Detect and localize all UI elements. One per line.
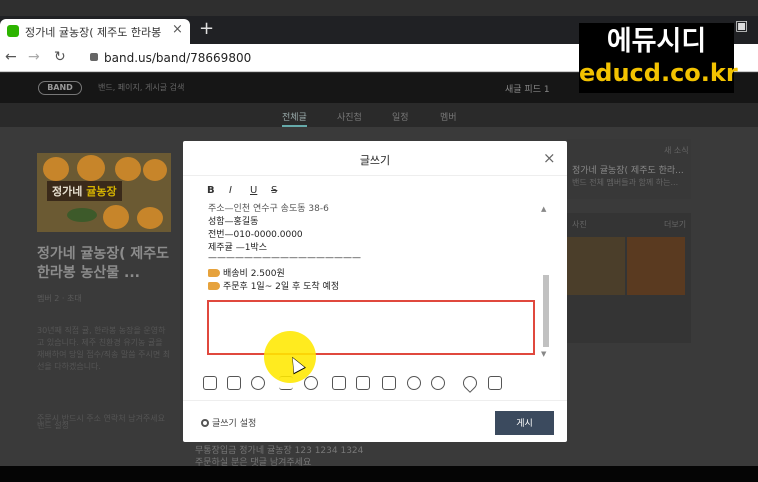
watermark-line2: educd.co.kr <box>579 59 738 87</box>
editor-line-delivery: 주문후 1일~ 2일 후 도착 예정 <box>208 279 339 292</box>
tab-members[interactable]: 멤버 <box>440 110 457 123</box>
underline-button[interactable]: U <box>250 185 257 196</box>
write-settings-label: 글쓰기 설정 <box>212 419 257 429</box>
sticker-icon[interactable] <box>227 376 241 390</box>
photos-card: 사진 더보기 <box>567 213 691 343</box>
tab-title: 정가네 귤농장( 제주도 한라봉 농 <box>25 26 165 39</box>
tab-all-posts[interactable]: 전체글 <box>282 110 307 127</box>
reload-icon[interactable]: ↻ <box>54 49 66 65</box>
calendar-icon[interactable] <box>332 376 346 390</box>
band-search-input[interactable]: 밴드, 페이지, 게시글 검색 <box>98 82 184 93</box>
browser-tab[interactable]: 정가네 귤농장( 제주도 한라봉 농 × <box>0 19 190 44</box>
image-icon[interactable] <box>203 376 217 390</box>
markdown-icon[interactable] <box>488 376 502 390</box>
member-count[interactable]: 멤버 2 · 초대 <box>37 293 82 304</box>
post-button[interactable]: 게시 <box>495 411 554 435</box>
new-news-header: 새 소식 <box>664 146 689 155</box>
close-icon[interactable]: × <box>543 149 556 167</box>
cover-label: 정가네 귤농장 <box>47 181 122 201</box>
editor-line-shipping: 배송비 2.500원 <box>208 266 285 279</box>
scroll-down-icon[interactable]: ▼ <box>541 350 546 358</box>
cover-label-a: 정가네 <box>52 185 87 198</box>
post-preview: 무통장입금 정가네 귤농장 123 1234 1324 주문하실 분은 댓글 남… <box>195 445 363 466</box>
modal-header: 글쓰기 × <box>183 141 567 176</box>
editor-scrollbar[interactable]: ▲ ▼ <box>541 205 551 360</box>
photos-more-link[interactable]: 더보기 <box>664 219 686 230</box>
editor-line: 주소—인천 연수구 송도동 38-6 <box>208 204 329 214</box>
editor-line-text: 주문후 1일~ 2일 후 도착 예정 <box>223 282 340 292</box>
attachment-toolbar <box>201 373 551 393</box>
lock-icon <box>90 53 98 61</box>
photos-header: 사진 <box>572 220 587 229</box>
strikethrough-button[interactable]: S <box>271 185 277 196</box>
editor-line: 성함—홍길동 <box>208 217 259 227</box>
cover-label-b: 귤농장 <box>86 185 117 198</box>
band-favicon-icon <box>7 25 19 37</box>
write-post-modal: 글쓰기 × B I U S 주소—인천 연수구 송도동 38-6 성함—홍길동 … <box>183 141 567 442</box>
band-sub-nav: 전체글 사진첩 일정 멤버 <box>0 103 758 127</box>
editor-line-text: 배송비 2.500원 <box>223 269 285 279</box>
italic-button[interactable]: I <box>229 185 232 196</box>
band-logo[interactable]: BAND <box>38 81 82 95</box>
write-settings-link[interactable]: 글쓰기 설정 <box>201 416 256 429</box>
bottom-bar <box>0 466 758 482</box>
watermark: 에듀시디 educd.co.kr <box>579 23 738 93</box>
modal-title: 글쓰기 <box>359 154 391 167</box>
highlight-box <box>207 300 535 355</box>
gear-icon <box>201 419 209 427</box>
photo-thumb[interactable] <box>627 237 685 295</box>
post-preview-line: 주문하실 분은 댓글 남겨주세요 <box>195 458 312 466</box>
tab-schedule[interactable]: 일정 <box>392 110 409 123</box>
board-icon[interactable] <box>356 376 370 390</box>
band-cover-image[interactable]: 정가네 귤농장 <box>37 153 171 232</box>
bold-button[interactable]: B <box>207 185 215 196</box>
screen: 정가네 귤농장( 제주도 한라봉 농 × + ▣ ← → ↻ band.us/b… <box>0 0 758 482</box>
band-description: 30년째 직접 귤, 한라봉 농장을 운영하고 있습니다. 제주 친환경 유기농… <box>37 326 171 371</box>
back-icon[interactable]: ← <box>5 49 17 65</box>
url-input[interactable]: band.us/band/78669800 <box>104 51 251 65</box>
post-preview-line: 무통장입금 정가네 귤농장 123 1234 1324 <box>195 446 364 456</box>
checklist-icon[interactable] <box>382 376 396 390</box>
location-icon[interactable] <box>460 373 480 393</box>
editor-line: 전번—010-0000.0000 <box>208 230 303 240</box>
editor-line: 제주귤 —1박스 <box>208 243 267 253</box>
photo-thumb[interactable] <box>567 237 625 295</box>
tab-close-icon[interactable]: × <box>172 22 183 37</box>
new-news-title: 정가네 귤농장( 제주도 한라... <box>572 166 684 176</box>
pointing-hand-icon <box>208 282 220 290</box>
new-news-card[interactable]: 새 소식 정가네 귤농장( 제주도 한라... 밴드 전체 멤버들과 함께 하는… <box>567 139 691 199</box>
editor-line: ————————————————— <box>208 253 361 263</box>
scroll-thumb[interactable] <box>543 275 549 347</box>
timer-icon[interactable] <box>431 376 445 390</box>
band-info-column: 정가네 귤농장 정가네 귤농장( 제주도 한라봉 농산물 ... 멤버 2 · … <box>37 153 172 453</box>
modal-footer: 글쓰기 설정 게시 <box>183 400 567 442</box>
new-tab-button[interactable]: + <box>199 18 214 39</box>
forward-icon[interactable]: → <box>28 49 40 65</box>
pointing-hand-icon <box>208 269 220 277</box>
tab-photos[interactable]: 사진첩 <box>337 110 362 123</box>
window-restore-icon[interactable]: ▣ <box>735 18 748 34</box>
video-icon[interactable] <box>251 376 265 390</box>
new-news-sub: 밴드 전체 멤버들과 함께 하는... <box>572 178 679 187</box>
watermark-line1: 에듀시디 <box>606 26 707 57</box>
new-feed-link[interactable]: 새글 피드 1 <box>505 82 550 95</box>
scroll-up-icon[interactable]: ▲ <box>541 205 546 213</box>
band-settings-link[interactable]: 밴드 설정 <box>37 420 69 431</box>
band-title: 정가네 귤농장( 제주도 한라봉 농산물 ... <box>37 246 170 281</box>
people-icon[interactable] <box>407 376 421 390</box>
